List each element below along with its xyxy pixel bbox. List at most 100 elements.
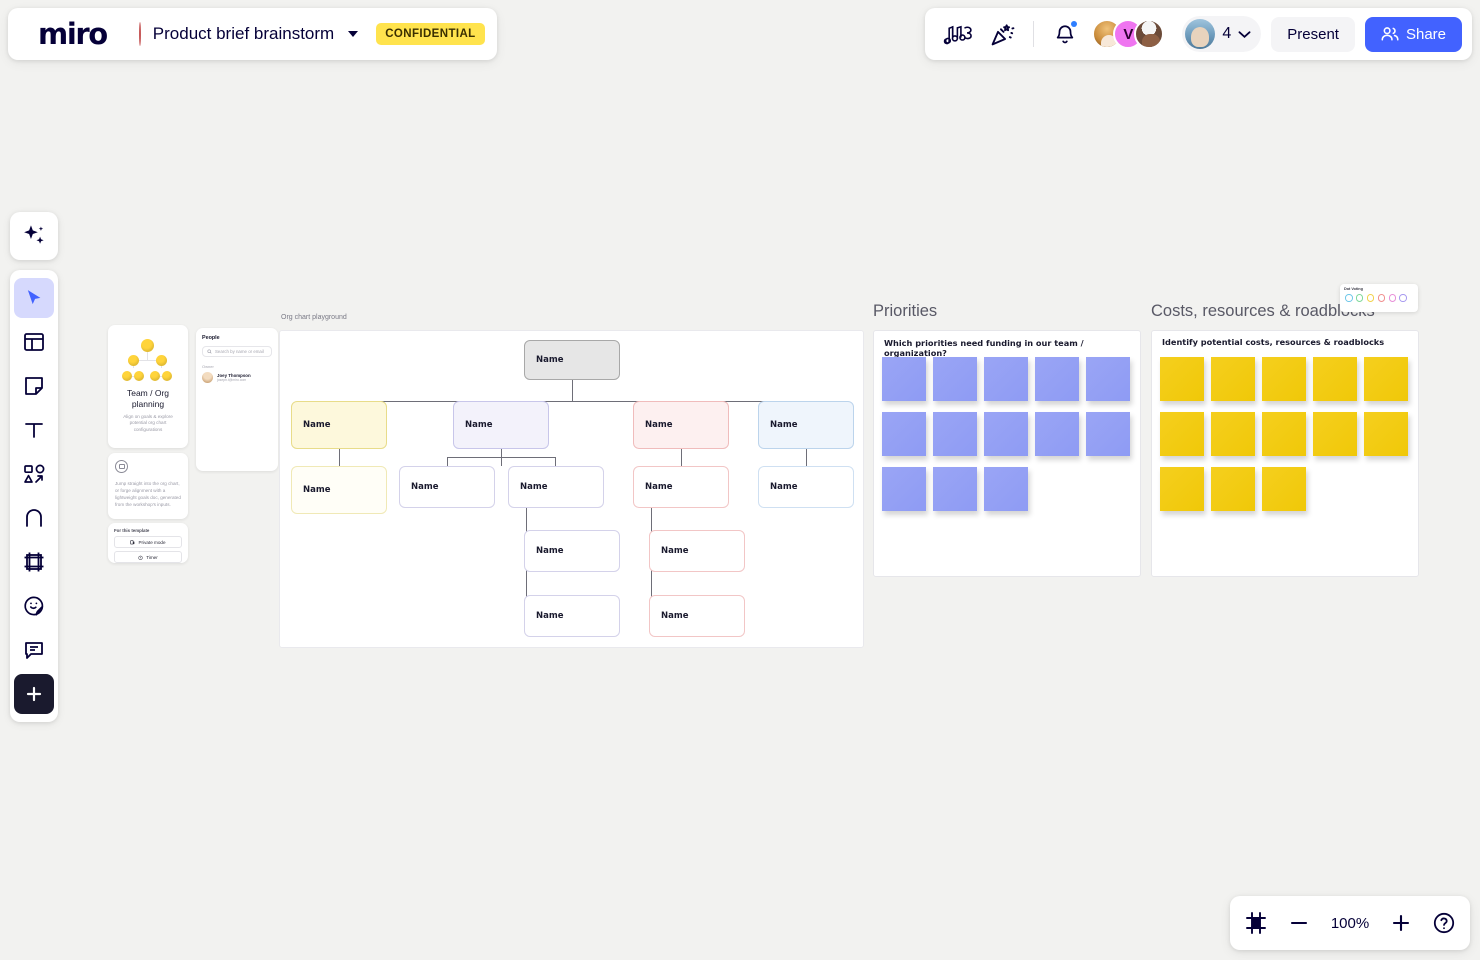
zoom-level[interactable]: 100% (1330, 915, 1370, 932)
sticky-note[interactable] (1160, 467, 1204, 511)
dot-voting-color-swatch[interactable] (1366, 294, 1375, 302)
party-popper-icon[interactable] (985, 17, 1019, 51)
org-node-label: Name (536, 611, 564, 621)
sticky-note[interactable] (1364, 412, 1408, 456)
sticky-note[interactable] (882, 412, 926, 456)
sticky-note[interactable] (933, 357, 977, 401)
board-title[interactable]: Product brief brainstorm (153, 24, 334, 44)
sticky-note[interactable] (1086, 412, 1130, 456)
more-apps-tool[interactable] (14, 674, 54, 714)
dot-voting-color-swatch[interactable] (1377, 294, 1386, 302)
share-button[interactable]: Share (1364, 16, 1462, 52)
dot-voting-colors[interactable] (1344, 294, 1414, 302)
org-chart-frame[interactable]: Name Name Name Name Name Name Name Name Name Name… (279, 330, 864, 648)
shapes-tool[interactable] (14, 454, 54, 494)
org-node[interactable]: Name (633, 466, 729, 508)
plus-icon (26, 686, 42, 702)
dot-voting-widget[interactable]: Dot Voting (1340, 284, 1418, 312)
select-tool[interactable] (14, 278, 54, 318)
templates-tool[interactable] (14, 322, 54, 362)
template-layout-icon (24, 333, 44, 351)
present-button[interactable]: Present (1271, 16, 1355, 52)
status-badge[interactable]: CONFIDENTIAL (376, 23, 485, 45)
bell-icon[interactable] (1048, 17, 1082, 51)
sticky-note[interactable] (1035, 357, 1079, 401)
doc-suggestion-card[interactable]: Jump straight into the org chart, or for… (108, 453, 188, 519)
org-node[interactable]: Name (633, 401, 729, 449)
reactions-tool[interactable] (14, 586, 54, 626)
fit-to-screen-icon[interactable] (1244, 911, 1268, 935)
miro-logo[interactable]: miro (38, 17, 108, 51)
sticky-note[interactable] (1364, 357, 1408, 401)
collaborator-avatars[interactable]: V (1092, 19, 1165, 49)
org-node[interactable]: Name (649, 530, 745, 572)
people-search-input[interactable]: Search by name or email (202, 346, 272, 357)
people-panel[interactable]: People Search by name or email Owner Joe… (196, 328, 278, 471)
sticky-note[interactable] (933, 412, 977, 456)
timer-button[interactable]: Timer (114, 551, 182, 563)
sticky-note[interactable] (1086, 357, 1130, 401)
zoom-out-button[interactable] (1288, 912, 1310, 934)
sticky-note[interactable] (1262, 412, 1306, 456)
sticky-note[interactable] (984, 412, 1028, 456)
avatar[interactable] (1134, 19, 1165, 49)
pen-tool[interactable] (14, 498, 54, 538)
sticky-note[interactable] (1313, 357, 1357, 401)
text-tool[interactable] (14, 410, 54, 450)
org-node[interactable]: Name (758, 401, 854, 449)
org-node[interactable]: Name (399, 466, 495, 508)
connector (447, 457, 555, 458)
comment-tool[interactable] (14, 630, 54, 670)
sticky-note-tool[interactable] (14, 366, 54, 406)
avatar (202, 372, 213, 383)
board-canvas[interactable]: Team / Org planning Align on goals & exp… (0, 0, 1480, 960)
template-actions-card[interactable]: For this template Private mode Timer (108, 523, 188, 563)
music-notes-icon[interactable] (941, 17, 975, 51)
connector (339, 449, 340, 466)
dot-voting-color-swatch[interactable] (1355, 294, 1364, 302)
sticky-note[interactable] (984, 467, 1028, 511)
dot-voting-color-swatch[interactable] (1388, 294, 1397, 302)
sticky-note[interactable] (882, 467, 926, 511)
sticky-note[interactable] (1262, 467, 1306, 511)
sticky-note[interactable] (1211, 412, 1255, 456)
ai-sparkle-tool[interactable] (10, 212, 58, 260)
sticky-note[interactable] (1211, 467, 1255, 511)
org-node[interactable]: Name (453, 401, 549, 449)
people-owner-row[interactable]: Joey Thompson joseph.t@miro.com (202, 372, 272, 383)
chevron-down-icon[interactable] (348, 31, 359, 37)
sticky-note[interactable] (933, 467, 977, 511)
dot-voting-color-swatch[interactable] (1399, 294, 1407, 302)
dot-voting-color-swatch[interactable] (1345, 294, 1353, 302)
org-node[interactable]: Name (758, 466, 854, 508)
sticky-note[interactable] (1262, 357, 1306, 401)
org-node[interactable]: Name (649, 595, 745, 637)
frame-icon (24, 552, 44, 572)
sticky-note[interactable] (984, 357, 1028, 401)
frame-tool[interactable] (14, 542, 54, 582)
sticky-note[interactable] (882, 357, 926, 401)
org-node[interactable]: Name (524, 530, 620, 572)
connector (681, 449, 682, 466)
org-tree-illustration (119, 338, 177, 384)
sticky-note[interactable] (1035, 412, 1079, 456)
sticky-note[interactable] (1160, 357, 1204, 401)
left-toolbar (10, 270, 58, 722)
org-node[interactable]: Name (291, 466, 387, 514)
org-node[interactable]: Name (291, 401, 387, 449)
sticky-note[interactable] (1211, 357, 1255, 401)
org-node[interactable]: Name (524, 340, 620, 380)
board-header-right: V 4 Present Share (925, 8, 1472, 60)
help-question-icon[interactable] (1432, 911, 1456, 935)
frame-label-org-chart[interactable]: Org chart playground (281, 314, 347, 321)
sticky-note[interactable] (1160, 412, 1204, 456)
org-node[interactable]: Name (524, 595, 620, 637)
template-card-team-org-planning[interactable]: Team / Org planning Align on goals & exp… (108, 325, 188, 448)
zoom-in-button[interactable] (1390, 912, 1412, 934)
collaborator-count-pill[interactable]: 4 (1182, 16, 1262, 52)
org-node[interactable]: Name (508, 466, 604, 508)
sticker-smiley-icon (24, 596, 44, 616)
private-mode-button[interactable]: Private mode (114, 536, 182, 548)
sticky-note[interactable] (1313, 412, 1357, 456)
doc-icon (115, 460, 128, 473)
